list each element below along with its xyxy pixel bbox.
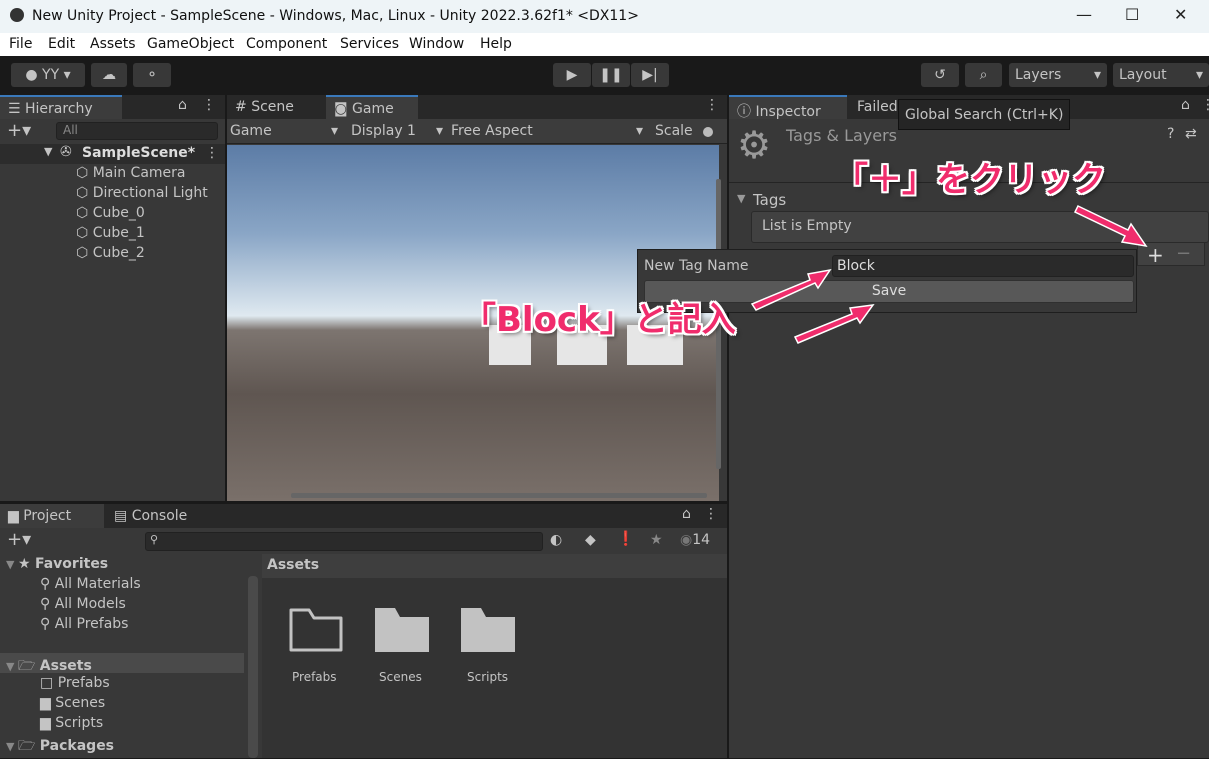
arrow-to-plus (1073, 205, 1148, 248)
arrow-to-input (750, 268, 832, 311)
arrow-to-save (793, 304, 875, 344)
annotation-click-plus: 「＋」をクリック (834, 160, 1106, 200)
annotation-enter-block: 「Block」と記入 (462, 300, 736, 340)
annotation-arrows (750, 205, 1148, 344)
